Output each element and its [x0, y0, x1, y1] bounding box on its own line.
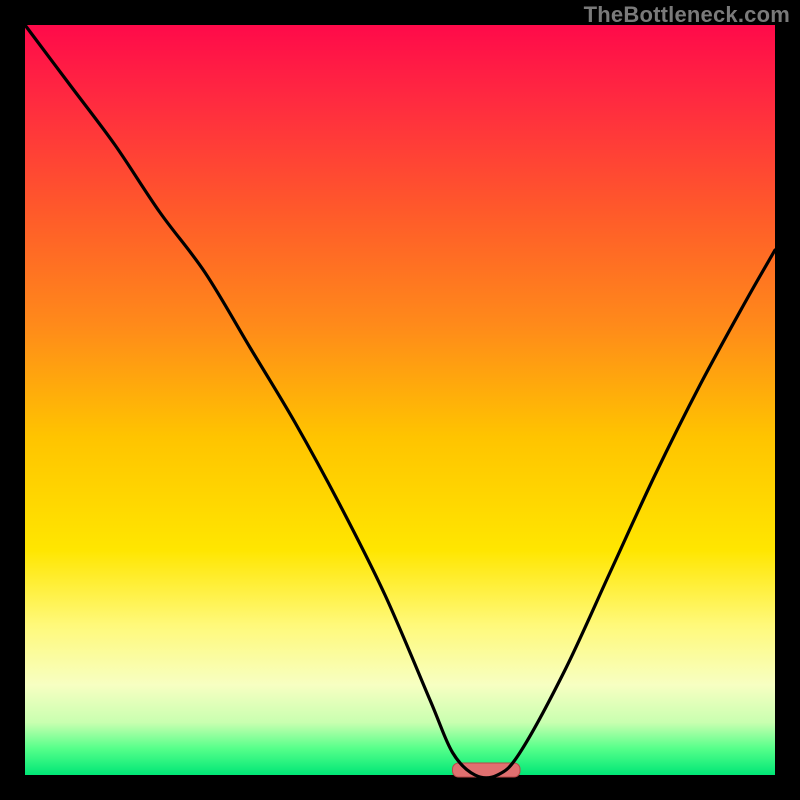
- plot-background: [25, 25, 775, 775]
- bottleneck-chart: [0, 0, 800, 800]
- chart-frame: { "watermark": "TheBottleneck.com", "cha…: [0, 0, 800, 800]
- watermark-text: TheBottleneck.com: [584, 2, 790, 28]
